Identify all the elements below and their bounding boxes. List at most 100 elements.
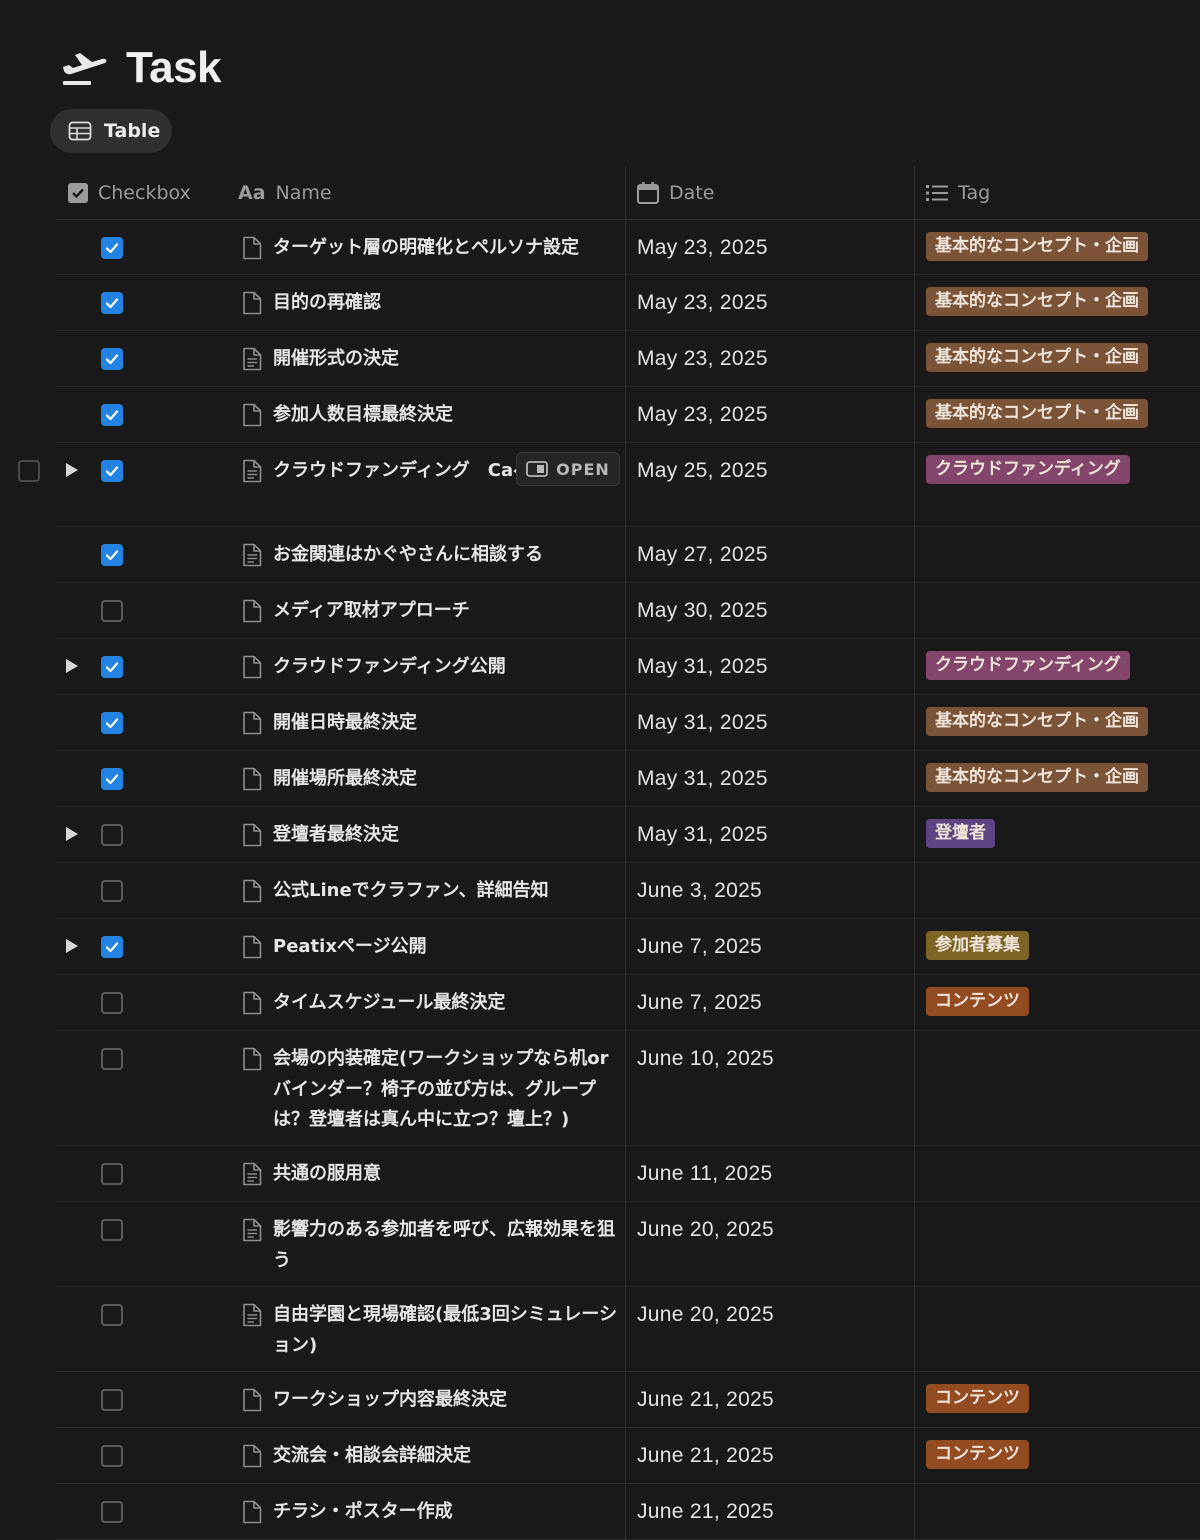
row-checkbox[interactable]	[101, 544, 123, 566]
table-row[interactable]: 交流会・相談会詳細決定 June 21, 2025 コンテンツ	[56, 1428, 1200, 1484]
task-date[interactable]: May 31, 2025	[637, 652, 768, 682]
row-checkbox[interactable]	[101, 1219, 123, 1241]
row-checkbox[interactable]	[101, 1501, 123, 1523]
task-date[interactable]: June 21, 2025	[637, 1385, 774, 1415]
table-row[interactable]: 共通の服用意 June 11, 2025	[56, 1146, 1200, 1202]
row-checkbox[interactable]	[101, 292, 123, 314]
task-tag[interactable]: クラウドファンディング	[926, 651, 1130, 680]
task-tag[interactable]: 基本的なコンセプト・企画	[926, 287, 1148, 316]
task-date[interactable]: May 31, 2025	[637, 708, 768, 738]
airplane-departure-icon[interactable]	[60, 47, 108, 89]
task-name[interactable]: ターゲット層の明確化とペルソナ設定	[273, 233, 618, 264]
open-button[interactable]: OPEN	[516, 452, 620, 486]
task-date[interactable]: May 27, 2025	[637, 540, 768, 570]
expand-toggle-icon[interactable]	[66, 659, 78, 673]
row-checkbox[interactable]	[101, 992, 123, 1014]
row-checkbox[interactable]	[101, 1445, 123, 1467]
task-date[interactable]: May 23, 2025	[637, 344, 768, 374]
row-checkbox[interactable]	[101, 1048, 123, 1070]
row-checkbox[interactable]	[101, 600, 123, 622]
table-row[interactable]: 影響力のある参加者を呼び、広報効果を狙う June 20, 2025	[56, 1202, 1200, 1287]
task-name[interactable]: 開催日時最終決定	[273, 708, 618, 739]
expand-toggle-icon[interactable]	[66, 827, 78, 841]
task-tag[interactable]: コンテンツ	[926, 1440, 1029, 1469]
task-date[interactable]: June 21, 2025	[637, 1441, 774, 1471]
task-name[interactable]: 目的の再確認	[273, 288, 618, 319]
task-date[interactable]: May 31, 2025	[637, 820, 768, 850]
expand-toggle-icon[interactable]	[66, 463, 78, 477]
row-checkbox[interactable]	[101, 237, 123, 259]
table-row[interactable]: 会場の内装確定(ワークショップなら机orバインダー？椅子の並び方は、グループは？…	[56, 1031, 1200, 1146]
task-name[interactable]: お金関連はかぐやさんに相談する	[273, 540, 618, 571]
task-tag[interactable]: 参加者募集	[926, 931, 1029, 960]
table-row[interactable]: 目的の再確認 May 23, 2025 基本的なコンセプト・企画	[56, 275, 1200, 331]
task-name[interactable]: クラウドファンディング公開	[273, 652, 618, 683]
task-name[interactable]: 自由学園と現場確認(最低3回シミュレーション)	[273, 1300, 618, 1361]
table-row[interactable]: 登壇者最終決定 May 31, 2025 登壇者	[56, 807, 1200, 863]
task-date[interactable]: June 3, 2025	[637, 876, 762, 906]
row-checkbox[interactable]	[101, 768, 123, 790]
task-tag[interactable]: 基本的なコンセプト・企画	[926, 763, 1148, 792]
task-name[interactable]: 開催場所最終決定	[273, 764, 618, 795]
task-name[interactable]: Peatixページ公開	[273, 932, 618, 963]
task-date[interactable]: May 31, 2025	[637, 764, 768, 794]
table-row[interactable]: Peatixページ公開 June 7, 2025 参加者募集	[56, 919, 1200, 975]
task-tag[interactable]: 基本的なコンセプト・企画	[926, 343, 1148, 372]
task-tag[interactable]: 基本的なコンセプト・企画	[926, 707, 1148, 736]
table-row[interactable]: 参加人数目標最終決定 May 23, 2025 基本的なコンセプト・企画	[56, 387, 1200, 443]
expand-toggle-icon[interactable]	[66, 939, 78, 953]
row-checkbox[interactable]	[101, 880, 123, 902]
row-checkbox[interactable]	[101, 712, 123, 734]
column-header-checkbox[interactable]: Checkbox	[56, 166, 238, 219]
table-row[interactable]: 自由学園と現場確認(最低3回シミュレーション) June 20, 2025	[56, 1287, 1200, 1372]
column-header-date[interactable]: Date	[625, 166, 926, 219]
task-name[interactable]: 交流会・相談会詳細決定	[273, 1441, 618, 1472]
task-date[interactable]: May 23, 2025	[637, 288, 768, 318]
task-name[interactable]: タイムスケジュール最終決定	[273, 988, 618, 1019]
row-checkbox[interactable]	[101, 460, 123, 482]
task-tag[interactable]: コンテンツ	[926, 987, 1029, 1016]
task-date[interactable]: June 10, 2025	[637, 1044, 774, 1074]
table-row[interactable]: 開催形式の決定 May 23, 2025 基本的なコンセプト・企画	[56, 331, 1200, 387]
task-date[interactable]: May 30, 2025	[637, 596, 768, 626]
task-date[interactable]: May 23, 2025	[637, 233, 768, 263]
row-checkbox[interactable]	[101, 1389, 123, 1411]
task-name[interactable]: 登壇者最終決定	[273, 820, 618, 851]
table-row[interactable]: ワークショップ内容最終決定 June 21, 2025 コンテンツ	[56, 1372, 1200, 1428]
table-row[interactable]: クラウドファンディング Caページ作成 May 25, 2025 クラウドファン…	[18, 443, 1200, 527]
task-tag[interactable]: 基本的なコンセプト・企画	[926, 232, 1148, 261]
task-tag[interactable]: コンテンツ	[926, 1384, 1029, 1413]
row-checkbox[interactable]	[101, 824, 123, 846]
task-date[interactable]: June 7, 2025	[637, 988, 762, 1018]
task-date[interactable]: June 7, 2025	[637, 932, 762, 962]
task-date[interactable]: June 11, 2025	[637, 1159, 772, 1189]
table-row[interactable]: メディア取材アプローチ May 30, 2025	[56, 583, 1200, 639]
task-tag[interactable]: クラウドファンディング	[926, 455, 1130, 484]
task-name[interactable]: メディア取材アプローチ	[273, 596, 618, 627]
table-row[interactable]: チラシ・ポスター作成 June 21, 2025	[56, 1484, 1200, 1540]
task-tag[interactable]: 基本的なコンセプト・企画	[926, 399, 1148, 428]
task-name[interactable]: 影響力のある参加者を呼び、広報効果を狙う	[273, 1215, 618, 1276]
table-row[interactable]: 開催場所最終決定 May 31, 2025 基本的なコンセプト・企画	[56, 751, 1200, 807]
row-checkbox[interactable]	[101, 1304, 123, 1326]
table-row[interactable]: お金関連はかぐやさんに相談する May 27, 2025	[56, 527, 1200, 583]
row-select-checkbox[interactable]	[18, 460, 40, 482]
table-row[interactable]: タイムスケジュール最終決定 June 7, 2025 コンテンツ	[56, 975, 1200, 1031]
task-name[interactable]: 共通の服用意	[273, 1159, 618, 1190]
table-row[interactable]: クラウドファンディング公開 May 31, 2025 クラウドファンディング	[56, 639, 1200, 695]
task-name[interactable]: ワークショップ内容最終決定	[273, 1385, 618, 1416]
task-date[interactable]: May 23, 2025	[637, 400, 768, 430]
page-title[interactable]: Task	[126, 43, 222, 93]
task-name[interactable]: 参加人数目標最終決定	[273, 400, 618, 431]
table-row[interactable]: 公式Lineでクラファン、詳細告知 June 3, 2025	[56, 863, 1200, 919]
row-checkbox[interactable]	[101, 936, 123, 958]
task-date[interactable]: May 25, 2025	[637, 456, 768, 486]
row-checkbox[interactable]	[101, 348, 123, 370]
view-tab-table[interactable]: Table	[50, 109, 172, 153]
row-checkbox[interactable]	[101, 404, 123, 426]
row-checkbox[interactable]	[101, 1163, 123, 1185]
row-checkbox[interactable]	[101, 656, 123, 678]
column-header-name[interactable]: Aa Name	[226, 166, 637, 219]
task-date[interactable]: June 20, 2025	[637, 1215, 774, 1245]
table-row[interactable]: 開催日時最終決定 May 31, 2025 基本的なコンセプト・企画	[56, 695, 1200, 751]
